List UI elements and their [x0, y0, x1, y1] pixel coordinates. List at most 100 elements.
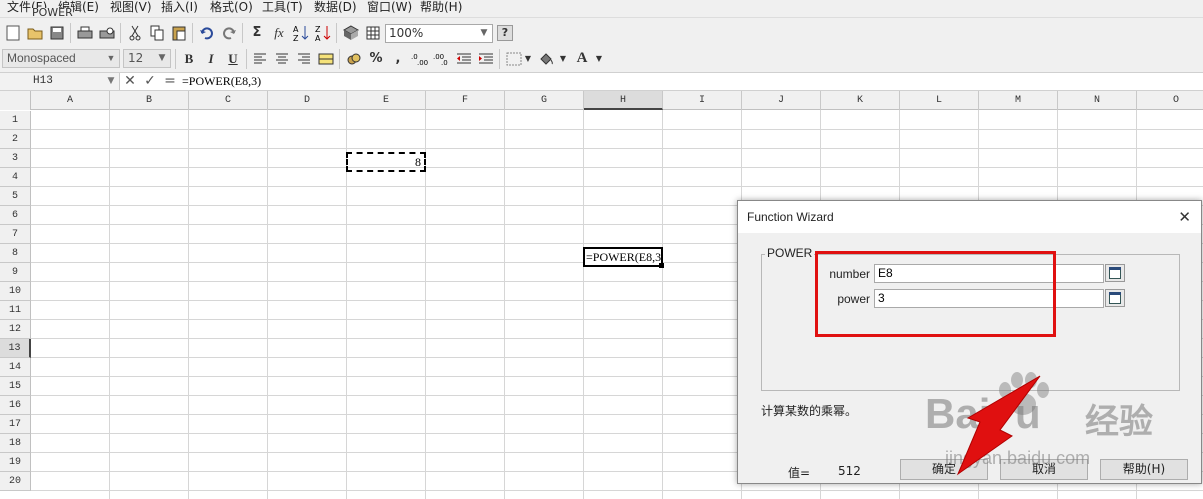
table-icon[interactable] — [364, 24, 382, 42]
name-box[interactable]: H13 — [0, 73, 120, 90]
thousands-separator-button[interactable]: , — [389, 50, 407, 68]
column-header[interactable]: A — [31, 91, 110, 110]
column-header[interactable]: O — [1137, 91, 1203, 110]
equals-icon[interactable]: = — [162, 73, 178, 90]
column-header[interactable]: E — [347, 91, 426, 110]
save-icon[interactable] — [48, 24, 66, 42]
redo-icon[interactable] — [220, 24, 238, 42]
row-header[interactable]: 18 — [0, 434, 31, 453]
row-header[interactable]: 3 — [0, 149, 31, 168]
copy-icon[interactable] — [148, 24, 166, 42]
borders-icon[interactable] — [505, 50, 523, 68]
row-header[interactable]: 10 — [0, 282, 31, 301]
increase-decimal-icon[interactable]: .0.00 — [411, 50, 429, 68]
cancel-edit-icon[interactable]: ✕ — [122, 73, 138, 90]
menu-help[interactable]: 帮助(H) — [420, 0, 462, 17]
undo-icon[interactable] — [198, 24, 216, 42]
sort-ascending-icon[interactable]: AZ — [292, 24, 310, 42]
menu-tools[interactable]: 工具(T) — [262, 0, 303, 17]
column-header[interactable]: I — [663, 91, 742, 110]
row-header[interactable]: 14 — [0, 358, 31, 377]
row-header[interactable]: 20 — [0, 472, 31, 491]
menu-window[interactable]: 窗口(W) — [367, 0, 412, 17]
row-header[interactable]: 17 — [0, 415, 31, 434]
select-range-button[interactable] — [1105, 289, 1125, 307]
row-header[interactable]: 5 — [0, 187, 31, 206]
select-all-corner[interactable] — [0, 91, 31, 110]
percent-button[interactable]: % — [367, 50, 385, 68]
row-header[interactable]: 16 — [0, 396, 31, 415]
row-header[interactable]: 2 — [0, 130, 31, 149]
row-header[interactable]: 8 — [0, 244, 31, 263]
fill-color-icon[interactable] — [537, 50, 555, 68]
chevron-down-icon[interactable]: ▼ — [104, 73, 118, 90]
menu-view[interactable]: 视图(V) — [110, 0, 152, 17]
menu-format[interactable]: 格式(O) — [210, 0, 253, 17]
open-folder-icon[interactable] — [26, 24, 44, 42]
cut-icon[interactable] — [126, 24, 144, 42]
chevron-down-icon[interactable]: ▼ — [523, 50, 533, 68]
column-header[interactable]: C — [189, 91, 268, 110]
column-header-active[interactable]: H — [584, 91, 663, 110]
column-header[interactable]: D — [268, 91, 347, 110]
row-header[interactable]: 19 — [0, 453, 31, 472]
row-header[interactable]: 11 — [0, 301, 31, 320]
sum-icon[interactable]: Σ — [248, 24, 266, 42]
row-header[interactable]: 9 — [0, 263, 31, 282]
ok-button[interactable]: 确定 — [900, 459, 988, 480]
column-header[interactable]: J — [742, 91, 821, 110]
fill-handle[interactable] — [659, 263, 664, 268]
decrease-decimal-icon[interactable]: .00.0 — [433, 50, 451, 68]
chevron-down-icon[interactable]: ▼ — [156, 50, 168, 67]
chevron-down-icon[interactable]: ▼ — [594, 50, 604, 68]
chevron-down-icon[interactable]: ▼ — [558, 50, 568, 68]
column-header[interactable]: L — [900, 91, 979, 110]
column-header[interactable]: G — [505, 91, 584, 110]
font-name-select[interactable]: Monospaced ▼ — [2, 49, 120, 68]
cancel-button[interactable]: 取消 — [1000, 459, 1088, 480]
row-header[interactable]: 4 — [0, 168, 31, 187]
menu-data[interactable]: 数据(D) — [314, 0, 357, 17]
cell-e8[interactable]: 8 — [346, 152, 426, 172]
bold-button[interactable]: B — [180, 50, 198, 68]
font-size-select[interactable]: 12 ▼ — [123, 49, 171, 68]
close-icon[interactable]: ✕ — [1178, 201, 1191, 233]
row-header[interactable]: 15 — [0, 377, 31, 396]
italic-button[interactable]: I — [202, 50, 220, 68]
accept-edit-icon[interactable]: ✓ — [142, 73, 158, 90]
row-header[interactable]: 12 — [0, 320, 31, 339]
column-header[interactable]: F — [426, 91, 505, 110]
help-icon[interactable]: ? — [497, 25, 513, 41]
row-header[interactable]: 1 — [0, 111, 31, 130]
formula-input[interactable]: =POWER(E8,3) — [182, 73, 261, 90]
row-header[interactable]: 7 — [0, 225, 31, 244]
chevron-down-icon[interactable]: ▼ — [105, 50, 117, 67]
column-header[interactable]: N — [1058, 91, 1137, 110]
row-header-active[interactable]: 13 — [0, 339, 31, 358]
column-header[interactable]: B — [110, 91, 189, 110]
paste-icon[interactable] — [170, 24, 188, 42]
zoom-select[interactable]: 100% ▼ — [385, 24, 493, 43]
align-center-icon[interactable] — [273, 50, 291, 68]
sort-descending-icon[interactable]: ZA — [314, 24, 332, 42]
menu-insert[interactable]: 插入(I) — [161, 0, 198, 17]
column-header[interactable]: K — [821, 91, 900, 110]
chevron-down-icon[interactable]: ▼ — [478, 25, 490, 42]
font-color-icon[interactable]: A — [573, 49, 591, 67]
decrease-indent-icon[interactable] — [455, 50, 473, 68]
row-header[interactable]: 6 — [0, 206, 31, 225]
chart-icon[interactable] — [342, 24, 360, 42]
select-range-button[interactable] — [1105, 264, 1125, 282]
underline-button[interactable]: U — [224, 50, 242, 68]
merge-cells-icon[interactable] — [317, 50, 335, 68]
print-icon[interactable] — [76, 24, 94, 42]
increase-indent-icon[interactable] — [477, 50, 495, 68]
new-document-icon[interactable] — [4, 24, 22, 42]
column-header[interactable]: M — [979, 91, 1058, 110]
cell-h13-active[interactable]: =POWER(E8,3) — [583, 247, 663, 267]
align-left-icon[interactable] — [251, 50, 269, 68]
function-icon[interactable]: fx — [270, 24, 288, 42]
print-preview-icon[interactable] — [98, 24, 116, 42]
align-right-icon[interactable] — [295, 50, 313, 68]
currency-icon[interactable] — [345, 50, 363, 68]
